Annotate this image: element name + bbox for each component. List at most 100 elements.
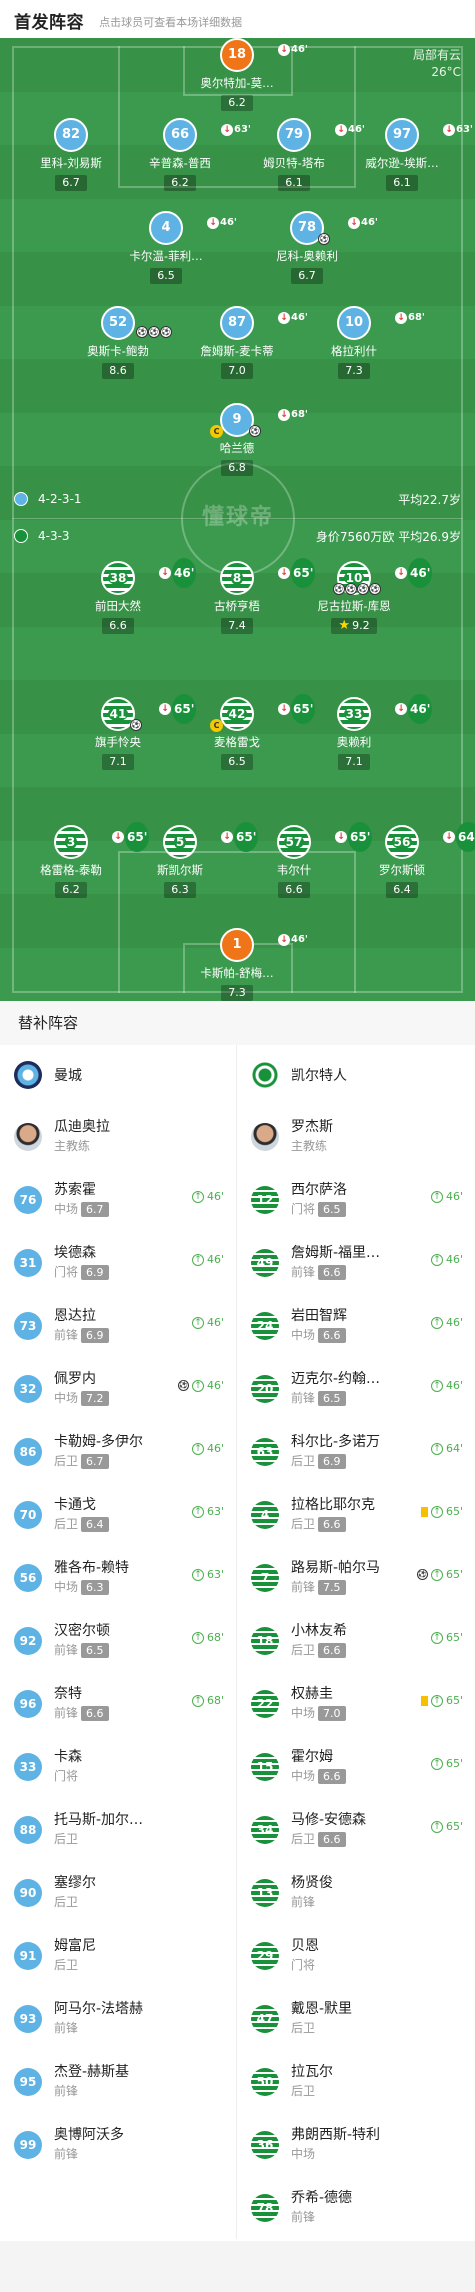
pitch-player[interactable]: 79 ↓ 46' 姆贝特-塔布 6.1 [246,118,365,191]
pitch-player[interactable]: 52 ⚽ ⚽ ⚽ 奥斯卡-鲍勃 8.6 [70,306,172,379]
sub-player-position: 中场 [54,1580,79,1594]
sub-player-row[interactable]: 31 埃德森 门将 6.9 ↑ 46' [0,1231,236,1294]
sub-player-row[interactable]: 24 岩田智辉 中场 6.6 ↑ 46' [237,1294,475,1357]
sub-in-arrow-icon: ↑ [191,1568,204,1581]
sub-player-row[interactable]: 86 卡勒姆-多伊尔 后卫 6.7 ↑ 46' [0,1420,236,1483]
sub-player-row[interactable]: 50 拉瓦尔 后卫 [237,2050,475,2113]
sub-player-name: 乔希-德德 [291,2190,353,2206]
pitch-player[interactable]: 10 ↓ 46' ⚽ ⚽ ⚽ ⚽ 尼古拉斯-库恩 ★ 9.2 [306,558,433,634]
pitch: 局部有云 26°C 懂球帝 4-2-3-1 平均22.7岁 4-3-3 身价75… [0,38,475,1001]
coach-name: 瓜迪奥拉 [54,1119,110,1135]
sub-player-row[interactable]: 91 姆富尼 后卫 [0,1924,236,1987]
sub-player-row[interactable]: 34 马修-安德森 后卫 6.6 ↑ 65' [237,1798,475,1861]
sub-in-arrow-icon: ↑ [430,1820,443,1833]
sub-player-position: 前锋 [291,1580,316,1594]
pitch-player[interactable]: 5 ↓ 65' 斯凯尔斯 6.3 [132,822,259,898]
sub-player-position: 后卫 [54,1958,79,1972]
sub-player-row[interactable]: 93 阿马尔-法塔赫 前锋 [0,1987,236,2050]
pitch-player[interactable]: 57 ↓ 65' 韦尔什 6.6 [246,822,373,898]
player-shirt: 1 ↓ 46' [220,928,308,962]
sub-player-row[interactable]: 56 雅各布-赖特 中场 6.3 ↑ 63' [0,1546,236,1609]
player-name: 卡斯帕-舒梅… [200,966,274,980]
player-name: 旗手怜央 [95,735,141,749]
sub-in-minute: 46' [206,1442,224,1455]
pitch-player[interactable]: 3 ↓ 65' 格雷格-泰勒 6.2 [23,822,150,898]
pitch-player[interactable]: 8 ↓ 65' 古桥亨梧 7.4 [189,558,316,634]
player-number-badge: 32 [14,1374,42,1403]
sub-player-row[interactable]: 32 佩罗内 中场 7.2 ⚽ ↑ 46' [0,1357,236,1420]
pitch-player[interactable]: 82 里科-刘易斯 6.7 [23,118,119,191]
sub-player-row[interactable]: 92 汉密尔顿 前锋 6.5 ↑ 68' [0,1609,236,1672]
sub-player-row[interactable]: 76 苏索霍 中场 6.7 ↑ 46' [0,1168,236,1231]
sub-player-row[interactable]: 18 小林友希 后卫 6.6 ↑ 65' [237,1609,475,1672]
sub-in-event: ↑ 65' [420,1505,463,1518]
ball-icon: ⚽ [160,326,172,338]
pitch-player[interactable]: 66 ↓ 63' 辛普森-普西 6.2 [132,118,251,191]
pitch-player[interactable]: 38 ↓ 46' 前田大然 6.6 [70,558,197,634]
sub-player-row[interactable]: 7 路易斯-帕尔马 前锋 7.5 ⚽ ↑ 65' [237,1546,475,1609]
pitch-player[interactable]: 1 ↓ 46' 卡斯帕-舒梅… 7.3 [189,928,308,1001]
player-number-badge: 12 [251,1185,279,1214]
sub-player-row[interactable]: 95 杰登-赫斯基 前锋 [0,2050,236,2113]
sub-in-minute: 46' [206,1316,224,1329]
player-shirt: 3 ↓ 65' [54,822,150,859]
sub-player-position: 前锋 [54,1643,79,1657]
sub-player-row[interactable]: 90 塞缪尔 后卫 [0,1861,236,1924]
sub-player-row[interactable]: 96 奈特 前锋 6.6 ↑ 68' [0,1672,236,1735]
pitch-player[interactable]: 87 ↓ 46' 詹姆斯-麦卡蒂 7.0 [189,306,308,379]
sub-player-rating: 6.6 [318,1769,346,1784]
sub-player-row[interactable]: 47 戴恩-默里 后卫 [237,1987,475,2050]
pitch-player[interactable]: 18 ↓ 46' 奥尔特加-莫… 6.2 [189,38,308,111]
sub-player-position: 中场 [54,1202,79,1216]
sub-player-row[interactable]: 88 托马斯-加尔… 后卫 [0,1798,236,1861]
sub-in-minute: 65' [445,1820,463,1833]
pitch-player[interactable]: 4 ↓ 46' 卡尔温-菲利… 6.5 [118,211,237,284]
player-number-badge: 7 [251,1563,279,1592]
sub-player-row[interactable]: 22 权赫圭 中场 7.0 ↑ 65' [237,1672,475,1735]
sub-in-minute: 68' [206,1694,224,1707]
player-shirt: 87 ↓ 46' [220,306,308,340]
sub-player-row[interactable]: 12 西尔萨洛 门将 6.5 ↑ 46' [237,1168,475,1231]
sub-player-rating: 6.6 [318,1643,346,1658]
sub-in-event: ↑ 65' [430,1820,463,1833]
pitch-player[interactable]: 41 ↓ 65' ⚽ 旗手怜央 7.1 [70,694,197,770]
player-rating: 8.6 [102,363,134,379]
sub-player-position: 前锋 [291,1391,316,1405]
sub-player-row[interactable]: 70 卡通戈 后卫 6.4 ↑ 63' [0,1483,236,1546]
player-name: 辛普森-普西 [149,156,211,170]
coach-role: 主教练 [54,1139,91,1153]
player-number-badge: 63 [251,1437,279,1466]
pitch-player[interactable]: 33 ↓ 46' 奥赖利 7.1 [306,694,433,770]
sub-in-minute: 65' [445,1694,463,1707]
sub-player-row[interactable]: 99 奥博阿沃多 前锋 [0,2113,236,2176]
player-rating: 6.7 [291,268,323,284]
coach-row[interactable]: 罗杰斯 主教练 [237,1105,475,1168]
coach-row[interactable]: 瓜迪奥拉 主教练 [0,1105,236,1168]
sub-in-arrow-icon: ↑ [430,1253,443,1266]
pitch-player[interactable]: 97 ↓ 63' 威尔逊-埃斯… 6.1 [354,118,473,191]
sub-player-row[interactable]: 29 贝恩 门将 [237,1924,475,1987]
sub-player-row[interactable]: 49 詹姆斯-福里… 前锋 6.6 ↑ 46' [237,1231,475,1294]
player-rating: 7.3 [221,985,253,1001]
sub-player-rating: 6.4 [81,1517,109,1532]
sub-player-row[interactable]: 4 拉格比耶尔克 后卫 6.6 ↑ 65' [237,1483,475,1546]
lineup-header: 首发阵容 点击球员可查看本场详细数据 [0,0,475,38]
sub-player-row[interactable]: 13 杨贤俊 前锋 [237,1861,475,1924]
sub-player-row[interactable]: 36 弗朗西斯-特利 中场 [237,2113,475,2176]
pitch-player[interactable]: 56↓64' 罗尔斯顿 6.4 [354,822,475,898]
pitch-player[interactable]: 9 ↓ 68' C ⚽ 哈兰德 6.8 [189,403,308,476]
player-shirt: 79 ↓ 46' [277,118,365,152]
sub-player-row[interactable]: 78 乔希-德德 前锋 [237,2176,475,2239]
sub-player-name: 姆富尼 [54,1938,96,1954]
sub-player-row[interactable]: 20 迈克尔-约翰… 前锋 6.5 ↑ 46' [237,1357,475,1420]
sub-in-minute: 63' [206,1568,224,1581]
pitch-player[interactable]: 78 ↓ 46' ⚽ 尼科-奥赖利 6.7 [259,211,378,284]
substitutes-section: 替补阵容 曼城 瓜迪奥拉 主教练 76 苏索霍 中场 6.7 ↑ 46' 31 埃德森 门将 6.9… [0,1001,475,2241]
sub-player-row[interactable]: 73 恩达拉 前锋 6.9 ↑ 46' [0,1294,236,1357]
sub-player-row[interactable]: 63 科尔比-多诺万 后卫 6.9 ↑ 64' [237,1420,475,1483]
pitch-player[interactable]: 42 ↓ 65' C 麦格雷戈 6.5 [189,694,316,770]
sub-player-row[interactable]: 15 霍尔姆 中场 6.6 ↑ 65' [237,1735,475,1798]
pitch-player[interactable]: 10 ↓ 68' 格拉利什 7.3 [306,306,425,379]
sub-player-row[interactable]: 33 卡森 门将 [0,1735,236,1798]
player-shirt: 66 ↓ 63' [163,118,251,152]
